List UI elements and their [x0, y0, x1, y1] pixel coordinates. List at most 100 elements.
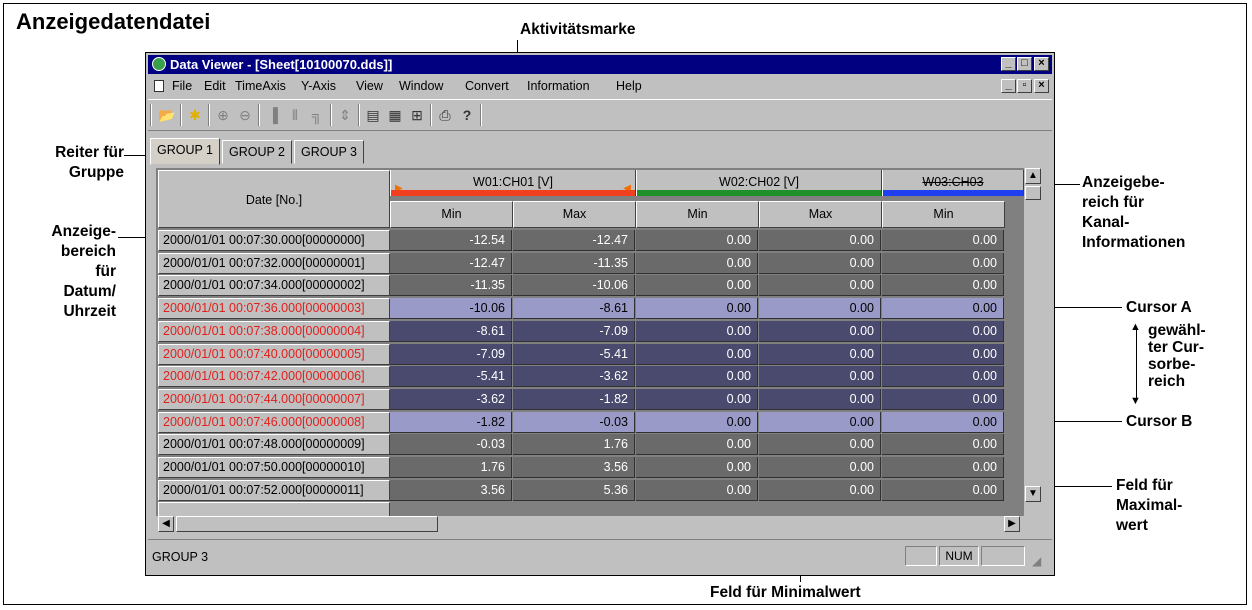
- min-value-cell[interactable]: 0.00: [882, 366, 1004, 388]
- max-value-cell[interactable]: 0.00: [759, 411, 881, 433]
- min-value-cell[interactable]: -10.06: [390, 298, 512, 320]
- grid-icon[interactable]: ⊞: [408, 106, 426, 124]
- scroll-thumb[interactable]: [176, 516, 438, 532]
- subheader-min[interactable]: Min: [390, 201, 513, 228]
- table-row[interactable]: 2000/01/01 00:07:38.000[00000004] -8.61 -7…: [158, 320, 1024, 342]
- max-value-cell[interactable]: -7.09: [513, 320, 635, 342]
- max-value-cell[interactable]: 0.00: [759, 479, 881, 501]
- max-value-cell[interactable]: 0.00: [759, 388, 881, 410]
- tab-group-2[interactable]: GROUP 2: [222, 140, 292, 164]
- tab-group-1[interactable]: GROUP 1: [150, 138, 220, 165]
- min-value-cell[interactable]: -1.82: [390, 411, 512, 433]
- min-value-cell[interactable]: 0.00: [882, 230, 1004, 251]
- horizontal-scrollbar[interactable]: ◀ ▶: [156, 516, 1024, 532]
- table-row[interactable]: 2000/01/01 00:07:32.000[00000001] -12.47-…: [158, 252, 1024, 274]
- scroll-right-icon[interactable]: ▶: [1004, 516, 1020, 532]
- menu-convert[interactable]: Convert: [465, 76, 509, 96]
- date-cell[interactable]: 2000/01/01 00:07:30.000[00000000]: [158, 230, 390, 251]
- scroll-down-icon[interactable]: ▼: [1025, 486, 1041, 502]
- max-value-cell[interactable]: 0.00: [759, 275, 881, 297]
- max-value-cell[interactable]: 3.56: [513, 457, 635, 478]
- min-value-cell[interactable]: 0.00: [636, 366, 758, 388]
- sparkle-icon[interactable]: ✱: [186, 106, 204, 124]
- min-value-cell[interactable]: 3.56: [390, 479, 512, 501]
- min-value-cell[interactable]: -12.47: [390, 252, 512, 274]
- menu-yaxis[interactable]: Y-Axis: [301, 76, 336, 96]
- channel-header-ch03[interactable]: W03:CH03: [882, 170, 1024, 196]
- min-value-cell[interactable]: -7.09: [390, 343, 512, 365]
- date-cell[interactable]: 2000/01/01 00:07:44.000[00000007]: [158, 388, 390, 410]
- date-cell[interactable]: [158, 502, 390, 516]
- doc-close-button[interactable]: ×: [1034, 79, 1049, 93]
- min-value-cell[interactable]: 0.00: [636, 298, 758, 320]
- scroll-up-icon[interactable]: ▲: [1025, 168, 1041, 184]
- max-value-cell[interactable]: 0.00: [759, 434, 881, 456]
- min-value-cell[interactable]: 0.00: [882, 388, 1004, 410]
- min-value-cell[interactable]: 0.00: [882, 479, 1004, 501]
- max-value-cell[interactable]: 0.00: [759, 366, 881, 388]
- fit-icon[interactable]: ⇕: [336, 106, 354, 124]
- min-value-cell[interactable]: -3.62: [390, 388, 512, 410]
- max-value-cell[interactable]: -12.47: [513, 230, 635, 251]
- channel-header-ch01[interactable]: ▶ W01:CH01 [V] ◀: [390, 170, 636, 196]
- max-value-cell[interactable]: 0.00: [759, 457, 881, 478]
- menu-edit[interactable]: Edit: [204, 76, 226, 96]
- min-value-cell[interactable]: 1.76: [390, 457, 512, 478]
- min-value-cell[interactable]: 0.00: [882, 343, 1004, 365]
- max-value-cell[interactable]: -8.61: [513, 298, 635, 320]
- min-value-cell[interactable]: 0.00: [636, 479, 758, 501]
- scroll-left-icon[interactable]: ◀: [158, 516, 174, 532]
- menu-information[interactable]: Information: [527, 76, 590, 96]
- close-button[interactable]: ×: [1034, 57, 1049, 71]
- resize-grip-icon[interactable]: ◢: [1032, 546, 1041, 576]
- table-row[interactable]: 2000/01/01 00:07:50.000[00000010] 1.76 3.5…: [158, 457, 1024, 478]
- menu-timeaxis[interactable]: TimeAxis: [235, 76, 286, 96]
- minimize-button[interactable]: _: [1001, 57, 1016, 71]
- maximize-button[interactable]: □: [1017, 57, 1032, 71]
- document-icon[interactable]: [154, 80, 164, 92]
- date-cell[interactable]: 2000/01/01 00:07:32.000[00000001]: [158, 252, 390, 274]
- subheader-max[interactable]: Max: [759, 201, 882, 228]
- date-cell[interactable]: 2000/01/01 00:07:42.000[00000006]: [158, 366, 390, 388]
- min-value-cell[interactable]: 0.00: [636, 252, 758, 274]
- min-value-cell[interactable]: 0.00: [636, 457, 758, 478]
- min-value-cell[interactable]: 0.00: [636, 411, 758, 433]
- doc-minimize-button[interactable]: _: [1001, 79, 1016, 93]
- min-value-cell[interactable]: 0.00: [636, 320, 758, 342]
- min-value-cell[interactable]: -5.41: [390, 366, 512, 388]
- table-row[interactable]: 2000/01/01 00:07:44.000[00000007] -3.62 -1…: [158, 388, 1024, 410]
- max-value-cell[interactable]: 1.76: [513, 434, 635, 456]
- date-cell[interactable]: 2000/01/01 00:07:40.000[00000005]: [158, 343, 390, 365]
- zoom-out-icon[interactable]: ⊖: [236, 106, 254, 124]
- date-cell[interactable]: 2000/01/01 00:07:48.000[00000009]: [158, 434, 390, 456]
- min-value-cell[interactable]: -12.54: [390, 230, 512, 251]
- table-row[interactable]: 2000/01/01 00:07:34.000[00000002] -11.35-…: [158, 275, 1024, 297]
- max-value-cell[interactable]: -0.03: [513, 411, 635, 433]
- date-cell[interactable]: 2000/01/01 00:07:36.000[00000003]: [158, 298, 390, 320]
- min-value-cell[interactable]: 0.00: [636, 434, 758, 456]
- table-row[interactable]: 2000/01/01 00:07:42.000[00000006] -5.41 -3…: [158, 366, 1024, 388]
- table-row[interactable]: 2000/01/01 00:07:52.000[00000011] 3.56 5.3…: [158, 479, 1024, 501]
- subheader-min[interactable]: Min: [636, 201, 759, 228]
- columns-icon[interactable]: ⦀: [286, 106, 304, 124]
- tab-group-3[interactable]: GROUP 3: [294, 140, 364, 164]
- zoom-in-icon[interactable]: ⊕: [214, 106, 232, 124]
- min-value-cell[interactable]: 0.00: [882, 252, 1004, 274]
- date-cell[interactable]: 2000/01/01 00:07:52.000[00000011]: [158, 479, 390, 501]
- subheader-min[interactable]: Min: [882, 201, 1005, 228]
- step-icon[interactable]: ╗: [308, 106, 326, 124]
- subheader-max[interactable]: Max: [513, 201, 636, 228]
- min-value-cell[interactable]: 0.00: [882, 320, 1004, 342]
- table-row[interactable]: 2000/01/01 00:07:40.000[00000005] -7.09 -5…: [158, 343, 1024, 365]
- max-value-cell[interactable]: -10.06: [513, 275, 635, 297]
- date-column-header[interactable]: Date [No.]: [158, 170, 390, 228]
- menu-view[interactable]: View: [356, 76, 383, 96]
- help-icon[interactable]: ?: [458, 106, 476, 124]
- min-value-cell[interactable]: -0.03: [390, 434, 512, 456]
- waveform-icon[interactable]: ▤: [364, 106, 382, 124]
- table-row[interactable]: 2000/01/01 00:07:46.000[00000008] -1.82 -0…: [158, 411, 1024, 433]
- open-folder-icon[interactable]: 📂: [158, 106, 176, 124]
- table-row[interactable]: 2000/01/01 00:07:36.000[00000003] -10.06-…: [158, 298, 1024, 320]
- min-value-cell[interactable]: -11.35: [390, 275, 512, 297]
- max-value-cell[interactable]: -1.82: [513, 388, 635, 410]
